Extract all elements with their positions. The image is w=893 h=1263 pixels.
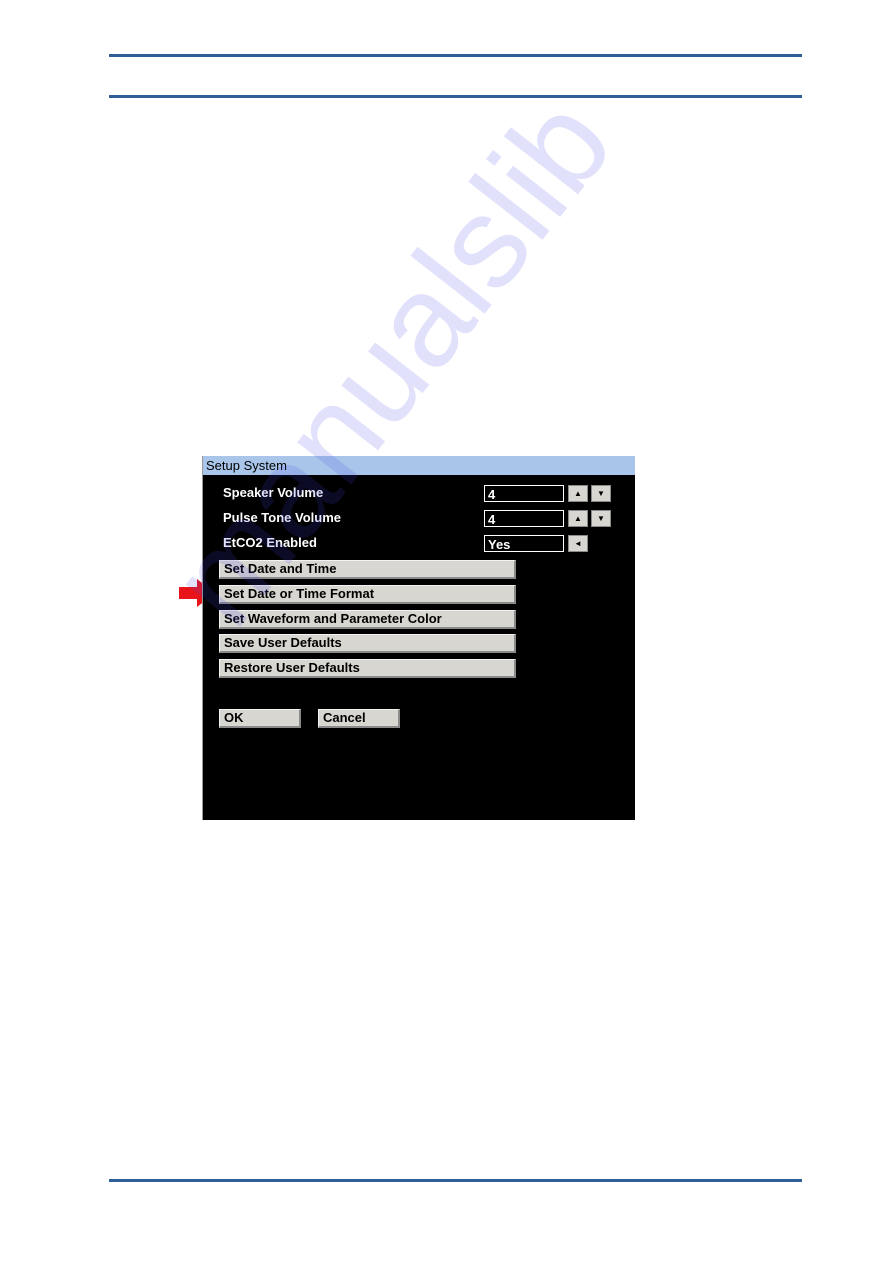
speaker-volume-down-button[interactable]: ▼: [591, 485, 611, 502]
etco2-enabled-field[interactable]: Yes: [484, 535, 564, 552]
cancel-button[interactable]: Cancel: [318, 709, 400, 728]
set-date-or-time-format-button[interactable]: Set Date or Time Format: [219, 585, 516, 604]
down-arrow-icon: ▼: [597, 514, 605, 523]
set-date-and-time-button[interactable]: Set Date and Time: [219, 560, 516, 579]
up-arrow-icon: ▲: [574, 489, 582, 498]
dialog-title: Setup System: [203, 456, 635, 475]
restore-user-defaults-button[interactable]: Restore User Defaults: [219, 659, 516, 678]
save-user-defaults-button[interactable]: Save User Defaults: [219, 634, 516, 653]
left-arrow-icon: ◄: [574, 539, 582, 548]
pulse-tone-volume-down-button[interactable]: ▼: [591, 510, 611, 527]
speaker-volume-up-button[interactable]: ▲: [568, 485, 588, 502]
speaker-volume-label: Speaker Volume: [223, 485, 324, 500]
up-arrow-icon: ▲: [574, 514, 582, 523]
ok-button[interactable]: OK: [219, 709, 301, 728]
pulse-tone-volume-label: Pulse Tone Volume: [223, 510, 341, 525]
speaker-volume-field[interactable]: 4: [484, 485, 564, 502]
down-arrow-icon: ▼: [597, 489, 605, 498]
etco2-toggle-button[interactable]: ◄: [568, 535, 588, 552]
header-rule-bottom: [109, 95, 802, 98]
pulse-tone-volume-up-button[interactable]: ▲: [568, 510, 588, 527]
pulse-tone-volume-field[interactable]: 4: [484, 510, 564, 527]
etco2-enabled-label: EtCO2 Enabled: [223, 535, 317, 550]
header-rule-top: [109, 54, 802, 57]
setup-system-dialog: Setup System Speaker Volume 4 ▲ ▼ Pulse …: [202, 456, 635, 820]
set-waveform-and-parameter-color-button[interactable]: Set Waveform and Parameter Color: [219, 610, 516, 629]
footer-rule: [109, 1179, 802, 1182]
